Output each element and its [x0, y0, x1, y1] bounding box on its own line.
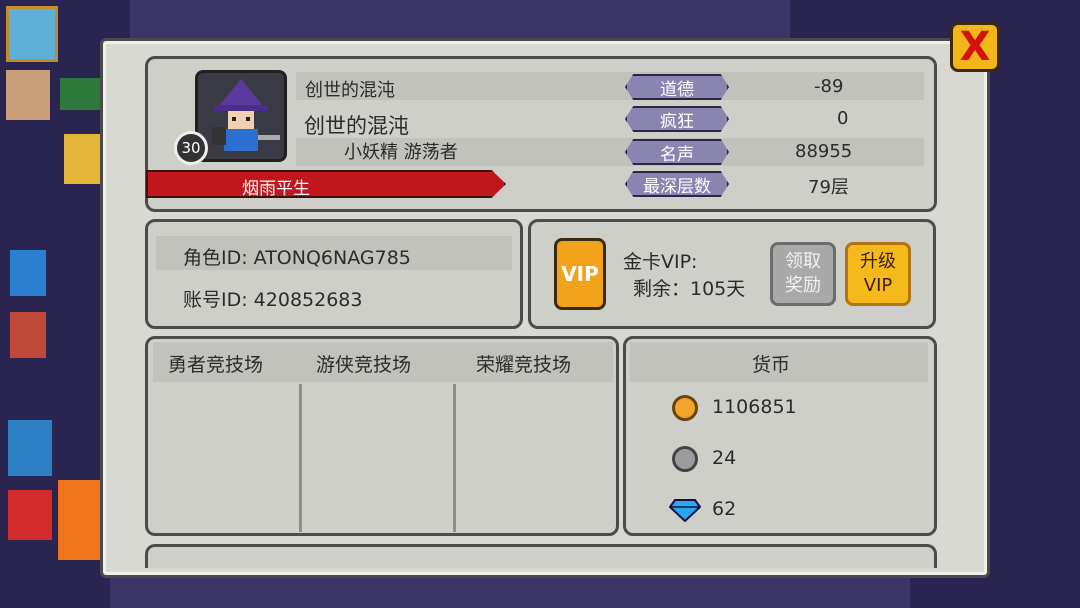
vip-card-icon: VIP	[554, 238, 606, 310]
vip-remaining: 剩余：105天	[633, 278, 746, 300]
upgrade-vip-line2: VIP	[863, 275, 893, 296]
role-id: 角色ID: ATONQ6NAG785	[183, 247, 411, 269]
upgrade-vip-line1: 升级	[860, 251, 896, 272]
upgrade-vip-button[interactable]: 升级 VIP	[845, 242, 911, 306]
profile-name: 创世的混沌	[304, 114, 409, 138]
gold-coin-value: 1106851	[712, 396, 797, 418]
blue-chair	[8, 420, 52, 476]
level-badge: 30	[174, 131, 208, 165]
arena-divider-2	[453, 384, 456, 532]
wizard-icon	[212, 79, 280, 151]
close-icon: X	[959, 24, 991, 70]
arena-divider-1	[299, 384, 302, 532]
book-item	[10, 312, 46, 358]
account-id: 账号ID: 420852683	[183, 289, 363, 311]
stat-value-morality: -89	[814, 76, 844, 97]
gold-coin-icon	[672, 395, 698, 421]
silver-coin-value: 24	[712, 447, 737, 469]
arena-tab-ranger[interactable]: 游侠竞技场	[316, 350, 411, 377]
claim-reward-line1: 领取	[785, 251, 821, 272]
stat-label-deepest-floor: 最深层数	[625, 171, 729, 197]
title-banner-label: 烟雨平生	[242, 179, 310, 199]
stat-label-fame: 名声	[625, 139, 729, 165]
arena-tab-brave[interactable]: 勇者竞技场	[168, 350, 263, 377]
claim-reward-button[interactable]: 领取 奖励	[770, 242, 836, 306]
top-items	[130, 0, 790, 38]
currency-title: 货币	[752, 354, 791, 376]
stat-value-madness: 0	[837, 108, 849, 129]
wall-painting	[6, 6, 58, 62]
close-button[interactable]: X	[950, 22, 1000, 72]
pixel-character	[6, 70, 50, 120]
title-banner[interactable]	[146, 170, 506, 198]
bottom-section	[145, 544, 937, 568]
vip-status: 金卡VIP:	[623, 251, 698, 273]
stat-label-morality: 道德	[625, 74, 729, 100]
gem-value: 62	[712, 498, 737, 520]
claim-reward-line2: 奖励	[785, 275, 821, 296]
red-lantern	[8, 490, 52, 540]
green-device	[60, 78, 100, 110]
profile-subtitle: 小妖精 游荡者	[344, 142, 458, 163]
arena-tab-glory[interactable]: 荣耀竞技场	[476, 350, 571, 377]
gem-icon	[669, 499, 701, 522]
stat-label-madness: 疯狂	[625, 106, 729, 132]
stat-value-fame: 88955	[795, 141, 853, 162]
profile-header-name: 创世的混沌	[305, 80, 395, 101]
stat-value-deepest-floor: 79层	[808, 177, 849, 198]
avatar[interactable]	[195, 70, 287, 162]
campfire	[58, 480, 100, 560]
silver-coin-icon	[672, 446, 698, 472]
gold-block	[64, 134, 100, 184]
blue-item	[10, 250, 46, 296]
